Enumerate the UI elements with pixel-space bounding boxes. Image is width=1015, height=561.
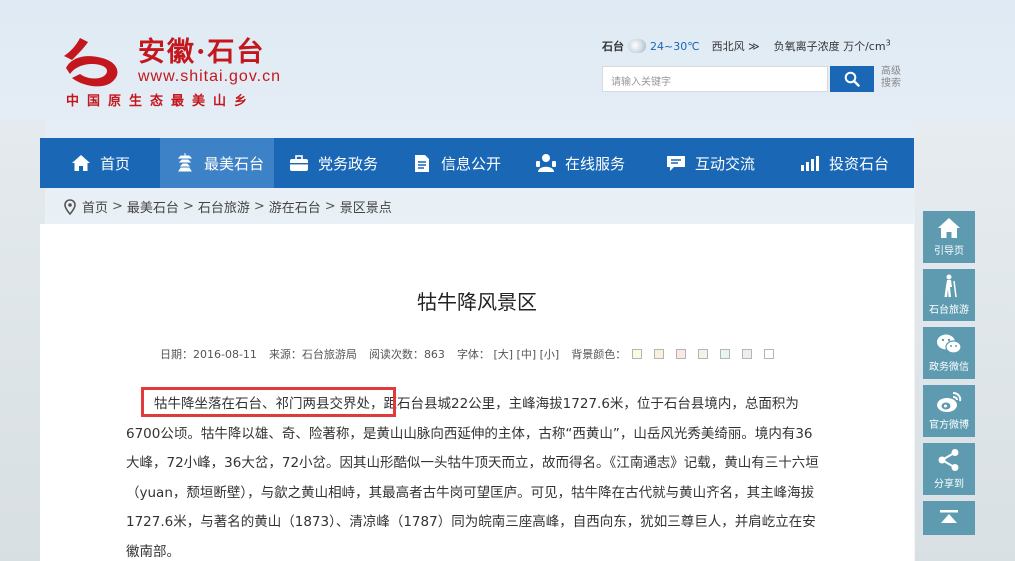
bg-color-swatch[interactable] (742, 349, 753, 359)
nav-item-party-affairs[interactable]: 党务政务 (274, 138, 399, 188)
site-logo[interactable]: 安徽·石台 www.shitai.gov.cn 中国原生态最美山乡 (62, 28, 322, 112)
site-name: 安徽·石台 (138, 37, 266, 68)
article-source: 来源：石台旅游局 (268, 348, 357, 361)
search-input[interactable]: 请输入关键字 (602, 66, 828, 92)
ion-unit-sup: 3 (885, 38, 891, 48)
views-count: 863 (423, 348, 445, 361)
breadcrumb-item-scenic-spots[interactable]: 景区景点 (340, 197, 392, 216)
weather-city: 石台 (602, 40, 624, 53)
bg-color-swatch[interactable] (698, 349, 709, 359)
side-button-share[interactable]: 分享到 (923, 443, 975, 495)
article-meta: 日期：2016-08-11 来源：石台旅游局 阅读次数：863 字体： [大] … (160, 346, 786, 362)
breadcrumb-separator: > (182, 199, 194, 214)
breadcrumb-item-home[interactable]: 首页 (82, 197, 108, 216)
breadcrumb-separator: > (324, 199, 336, 214)
bg-color-swatch[interactable] (632, 349, 643, 359)
nav-label-home: 首页 (100, 154, 131, 173)
ion-concentration: 负氧离子浓度 万个/cm3 (774, 38, 891, 54)
weather-wind[interactable]: 西北风 ≫ (712, 38, 760, 54)
side-label-share: 分享到 (934, 479, 964, 490)
share-icon (938, 449, 959, 471)
side-label-guide: 引导页 (934, 246, 964, 257)
service-icon (535, 153, 557, 173)
annotation-highlight-box (141, 387, 396, 417)
nav-label-info-disclosure: 信息公开 (441, 154, 502, 173)
bg-color-swatch[interactable] (764, 349, 775, 359)
weibo-icon (937, 392, 962, 412)
ion-label: 负氧离子浓度 万个/cm (773, 40, 886, 53)
side-label-tourism: 石台旅游 (929, 305, 969, 316)
briefcase-icon (288, 153, 310, 173)
nav-label-interaction: 互动交流 (695, 154, 756, 173)
nav-item-invest[interactable]: 投资石台 (777, 138, 914, 188)
logo-mark-icon (64, 38, 118, 87)
breadcrumb-item-beautiful-shitai[interactable]: 最美石台 (127, 197, 179, 216)
weather-temp: 24~30℃ (650, 39, 700, 53)
bg-color-swatch[interactable] (654, 349, 665, 359)
wechat-icon (937, 334, 962, 354)
search-placeholder: 请输入关键字 (611, 77, 671, 88)
nav-label-online-service: 在线服务 (565, 154, 626, 173)
main-nav: 首页 最美石台 党务政务 信息公开 在线服务 互动交流 投资石台 (40, 138, 914, 188)
background-scenery-left (0, 120, 45, 561)
breadcrumb-item-tour-in-shitai[interactable]: 游在石台 (269, 197, 321, 216)
nav-item-interaction[interactable]: 互动交流 (649, 138, 777, 188)
nav-item-home[interactable]: 首页 (40, 138, 160, 188)
search-icon (844, 71, 860, 87)
side-button-weibo[interactable]: 官方微博 (923, 385, 975, 437)
home-icon (938, 218, 960, 238)
bg-color-swatch[interactable] (720, 349, 731, 359)
breadcrumb-separator: > (253, 199, 265, 214)
side-label-wechat: 政务微信 (929, 362, 969, 373)
article-title: 牯牛降风景区 (417, 290, 537, 314)
nav-label-beautiful-shitai: 最美石台 (204, 154, 265, 173)
cloudy-icon (628, 39, 646, 53)
article-body-rest: 距石台县城22公里，主峰海拔1727.6米，位于石台县境内，总面积为6700公顷… (126, 396, 819, 560)
breadcrumb-separator: > (112, 199, 123, 214)
article-views: 阅读次数：863 (369, 346, 445, 362)
chart-icon (799, 153, 821, 173)
side-button-guide[interactable]: 引导页 (923, 211, 975, 263)
side-button-tourism[interactable]: 石台旅游 (923, 269, 975, 321)
location-pin-icon (64, 198, 76, 215)
nav-item-online-service[interactable]: 在线服务 (521, 138, 649, 188)
back-to-top-button[interactable] (923, 501, 975, 535)
nav-item-beautiful-shitai[interactable]: 最美石台 (160, 138, 274, 188)
side-toolbar: 引导页 石台旅游 政务微信 官方微博 分享到 (923, 211, 975, 541)
bg-color-label: 背景颜色： (571, 348, 627, 361)
side-button-wechat[interactable]: 政务微信 (923, 327, 975, 379)
font-size-large[interactable]: [大] (493, 348, 513, 361)
chat-icon (665, 153, 687, 173)
nav-label-invest: 投资石台 (829, 154, 890, 173)
bg-color-swatch[interactable] (676, 349, 687, 359)
breadcrumb: 首页 > 最美石台 > 石台旅游 > 游在石台 > 景区景点 (64, 197, 392, 216)
site-url: www.shitai.gov.cn (138, 68, 281, 85)
advanced-search-link[interactable]: 高级搜索 (881, 66, 907, 90)
site-slogan: 中国原生态最美山乡 (66, 94, 256, 109)
font-size-control: 字体： [大] [中] [小] (457, 346, 559, 362)
nav-label-party-affairs: 党务政务 (318, 154, 379, 173)
document-icon (411, 153, 433, 173)
article-date: 日期：2016-08-11 (160, 348, 257, 361)
back-to-top-icon (940, 509, 958, 523)
breadcrumb-item-shitai-tourism[interactable]: 石台旅游 (198, 197, 250, 216)
pagoda-icon (174, 153, 196, 173)
side-label-weibo: 官方微博 (929, 420, 969, 431)
font-size-medium[interactable]: [中] (517, 348, 537, 361)
search-button[interactable] (830, 66, 874, 92)
font-size-small[interactable]: [小] (540, 348, 560, 361)
home-icon (70, 153, 92, 173)
weather-widget: 石台 24~30℃ 西北风 ≫ 负氧离子浓度 万个/cm3 (602, 38, 891, 54)
font-size-label: 字体： (456, 348, 490, 361)
hiker-icon (944, 274, 957, 298)
nav-item-info-disclosure[interactable]: 信息公开 (399, 138, 521, 188)
views-label: 阅读次数： (368, 348, 424, 361)
